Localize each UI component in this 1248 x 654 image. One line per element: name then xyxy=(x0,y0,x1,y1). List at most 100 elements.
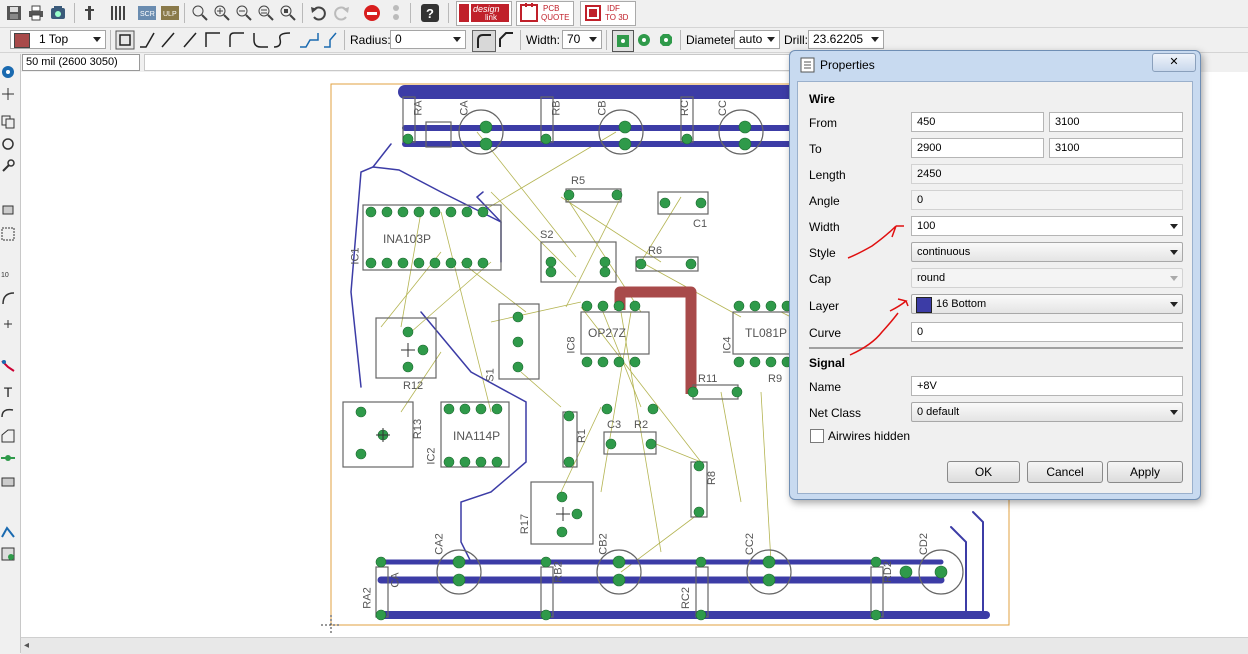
svg-text:?: ? xyxy=(426,6,434,21)
via-round-button[interactable] xyxy=(634,30,654,50)
label-cc: CC xyxy=(716,100,729,116)
layer-color-swatch xyxy=(14,33,30,48)
zoom-in-icon[interactable] xyxy=(212,3,232,23)
width-label: Width: xyxy=(526,33,561,47)
from-label: From xyxy=(809,116,837,130)
chevron-down-icon xyxy=(93,37,101,42)
help-icon[interactable]: ? xyxy=(420,3,440,23)
via-square-button[interactable] xyxy=(612,30,634,52)
script-icon[interactable]: SCR xyxy=(137,3,157,23)
via-icon[interactable] xyxy=(0,450,16,466)
save-icon[interactable] xyxy=(4,3,24,23)
go-icon[interactable] xyxy=(386,3,406,23)
errors-icon[interactable] xyxy=(0,546,16,562)
layer-select[interactable]: 1 Top xyxy=(10,30,106,49)
label-ca: CA xyxy=(458,100,471,116)
ratsnest-icon[interactable]: 10 xyxy=(0,266,16,282)
undo-icon[interactable] xyxy=(308,3,328,23)
curve-field[interactable]: 0 xyxy=(911,322,1183,342)
stop-icon[interactable] xyxy=(362,3,382,23)
print-icon[interactable] xyxy=(26,3,46,23)
design-link-button[interactable]: design link xyxy=(456,1,512,26)
diameter-select[interactable]: auto xyxy=(734,30,780,49)
layer-prop-select[interactable]: 16 Bottom xyxy=(911,294,1183,314)
zoom-select-icon[interactable] xyxy=(278,3,298,23)
mark-icon[interactable] xyxy=(0,86,16,102)
info-icon[interactable] xyxy=(0,64,16,80)
drill-select[interactable]: 23.62205 xyxy=(808,30,884,49)
length-field: 2450 xyxy=(911,164,1183,184)
label-op27z: OP27Z xyxy=(588,326,627,340)
width-select[interactable]: 70 xyxy=(562,30,602,49)
rotate-icon[interactable] xyxy=(0,136,16,152)
label-r6: R6 xyxy=(648,245,663,257)
zoom-redraw-icon[interactable] xyxy=(256,3,276,23)
diameter-value: auto xyxy=(739,32,763,46)
wire-section-title: Wire xyxy=(809,92,835,106)
text-icon[interactable]: T xyxy=(0,384,16,400)
miter-straight-button[interactable] xyxy=(496,30,516,50)
diameter-label: Diameter: xyxy=(686,33,739,47)
via-octagon-button[interactable] xyxy=(656,30,676,50)
command-icon[interactable] xyxy=(80,3,100,23)
pcb-quote-button[interactable]: PCB QUOTE xyxy=(516,1,574,26)
label-ca-bottom: CA xyxy=(389,572,402,588)
ulp-icon[interactable]: ULP xyxy=(160,3,180,23)
layer-prop-value: 16 Bottom xyxy=(936,298,987,310)
horizontal-scrollbar[interactable]: ◂ xyxy=(21,637,1248,654)
wrench-icon[interactable] xyxy=(0,158,16,174)
coordinate-text: 50 mil (2600 3050) xyxy=(26,56,118,68)
drc-icon[interactable] xyxy=(0,524,16,540)
style-label: Style xyxy=(809,246,836,260)
radius-select[interactable]: 0 xyxy=(390,30,466,49)
miter-round-button[interactable] xyxy=(472,30,496,52)
close-button[interactable]: ✕ xyxy=(1152,53,1196,72)
dialog-app-icon xyxy=(800,57,815,73)
scroll-left-icon[interactable]: ◂ xyxy=(24,640,29,651)
width-prop-field[interactable]: 100 xyxy=(911,216,1183,236)
move-icon[interactable] xyxy=(0,202,16,218)
polygon-icon[interactable] xyxy=(0,428,16,444)
redo-icon[interactable] xyxy=(332,3,352,23)
circle-icon[interactable] xyxy=(0,406,16,422)
style-value: continuous xyxy=(917,246,971,258)
copy-icon[interactable] xyxy=(0,114,16,130)
idf-to-3d-button[interactable]: IDF TO 3D xyxy=(580,1,636,26)
width-prop-label: Width xyxy=(809,220,840,234)
section-divider xyxy=(809,347,1183,349)
signal-name-field[interactable]: +8V xyxy=(911,376,1183,396)
cam-icon[interactable] xyxy=(48,3,68,23)
chevron-down-icon xyxy=(1170,250,1178,255)
from-y-field[interactable]: 3100 xyxy=(1049,112,1183,132)
dialog-body: Wire From 450 3100 To 2900 3100 Length 2… xyxy=(797,81,1193,494)
angle-label: Angle xyxy=(809,194,840,208)
zoom-out-icon[interactable] xyxy=(234,3,254,23)
group-icon[interactable] xyxy=(0,226,16,242)
to-y-field[interactable]: 3100 xyxy=(1049,138,1183,158)
to-x-field[interactable]: 2900 xyxy=(911,138,1044,158)
to-label: To xyxy=(809,142,822,156)
design-link-line2: link xyxy=(485,13,498,22)
chevron-down-icon[interactable] xyxy=(1170,224,1178,229)
arc-icon[interactable] xyxy=(0,290,16,306)
plus-icon[interactable] xyxy=(0,316,16,332)
route-icon[interactable] xyxy=(0,358,16,374)
curve-label: Curve xyxy=(809,326,842,340)
from-x-field[interactable]: 450 xyxy=(911,112,1044,132)
command-line[interactable] xyxy=(144,54,794,71)
airwires-hidden-checkbox[interactable] xyxy=(810,429,824,443)
radius-label: Radius: xyxy=(350,33,391,47)
layer-settings-icon[interactable] xyxy=(108,3,128,23)
ok-button[interactable]: OK xyxy=(947,461,1020,483)
attribute-icon[interactable] xyxy=(0,474,16,490)
style-select[interactable]: continuous xyxy=(911,242,1183,262)
dialog-titlebar[interactable]: Properties ✕ xyxy=(790,51,1200,79)
idf-line2: TO 3D xyxy=(605,13,629,22)
zoom-fit-icon[interactable] xyxy=(190,3,210,23)
chevron-down-icon xyxy=(1170,302,1178,307)
label-c3: C3 xyxy=(607,419,622,431)
apply-button[interactable]: Apply xyxy=(1107,461,1183,483)
netclass-select[interactable]: 0 default xyxy=(911,402,1183,422)
coordinate-display: 50 mil (2600 3050) xyxy=(22,54,140,71)
cancel-button[interactable]: Cancel xyxy=(1027,461,1103,483)
